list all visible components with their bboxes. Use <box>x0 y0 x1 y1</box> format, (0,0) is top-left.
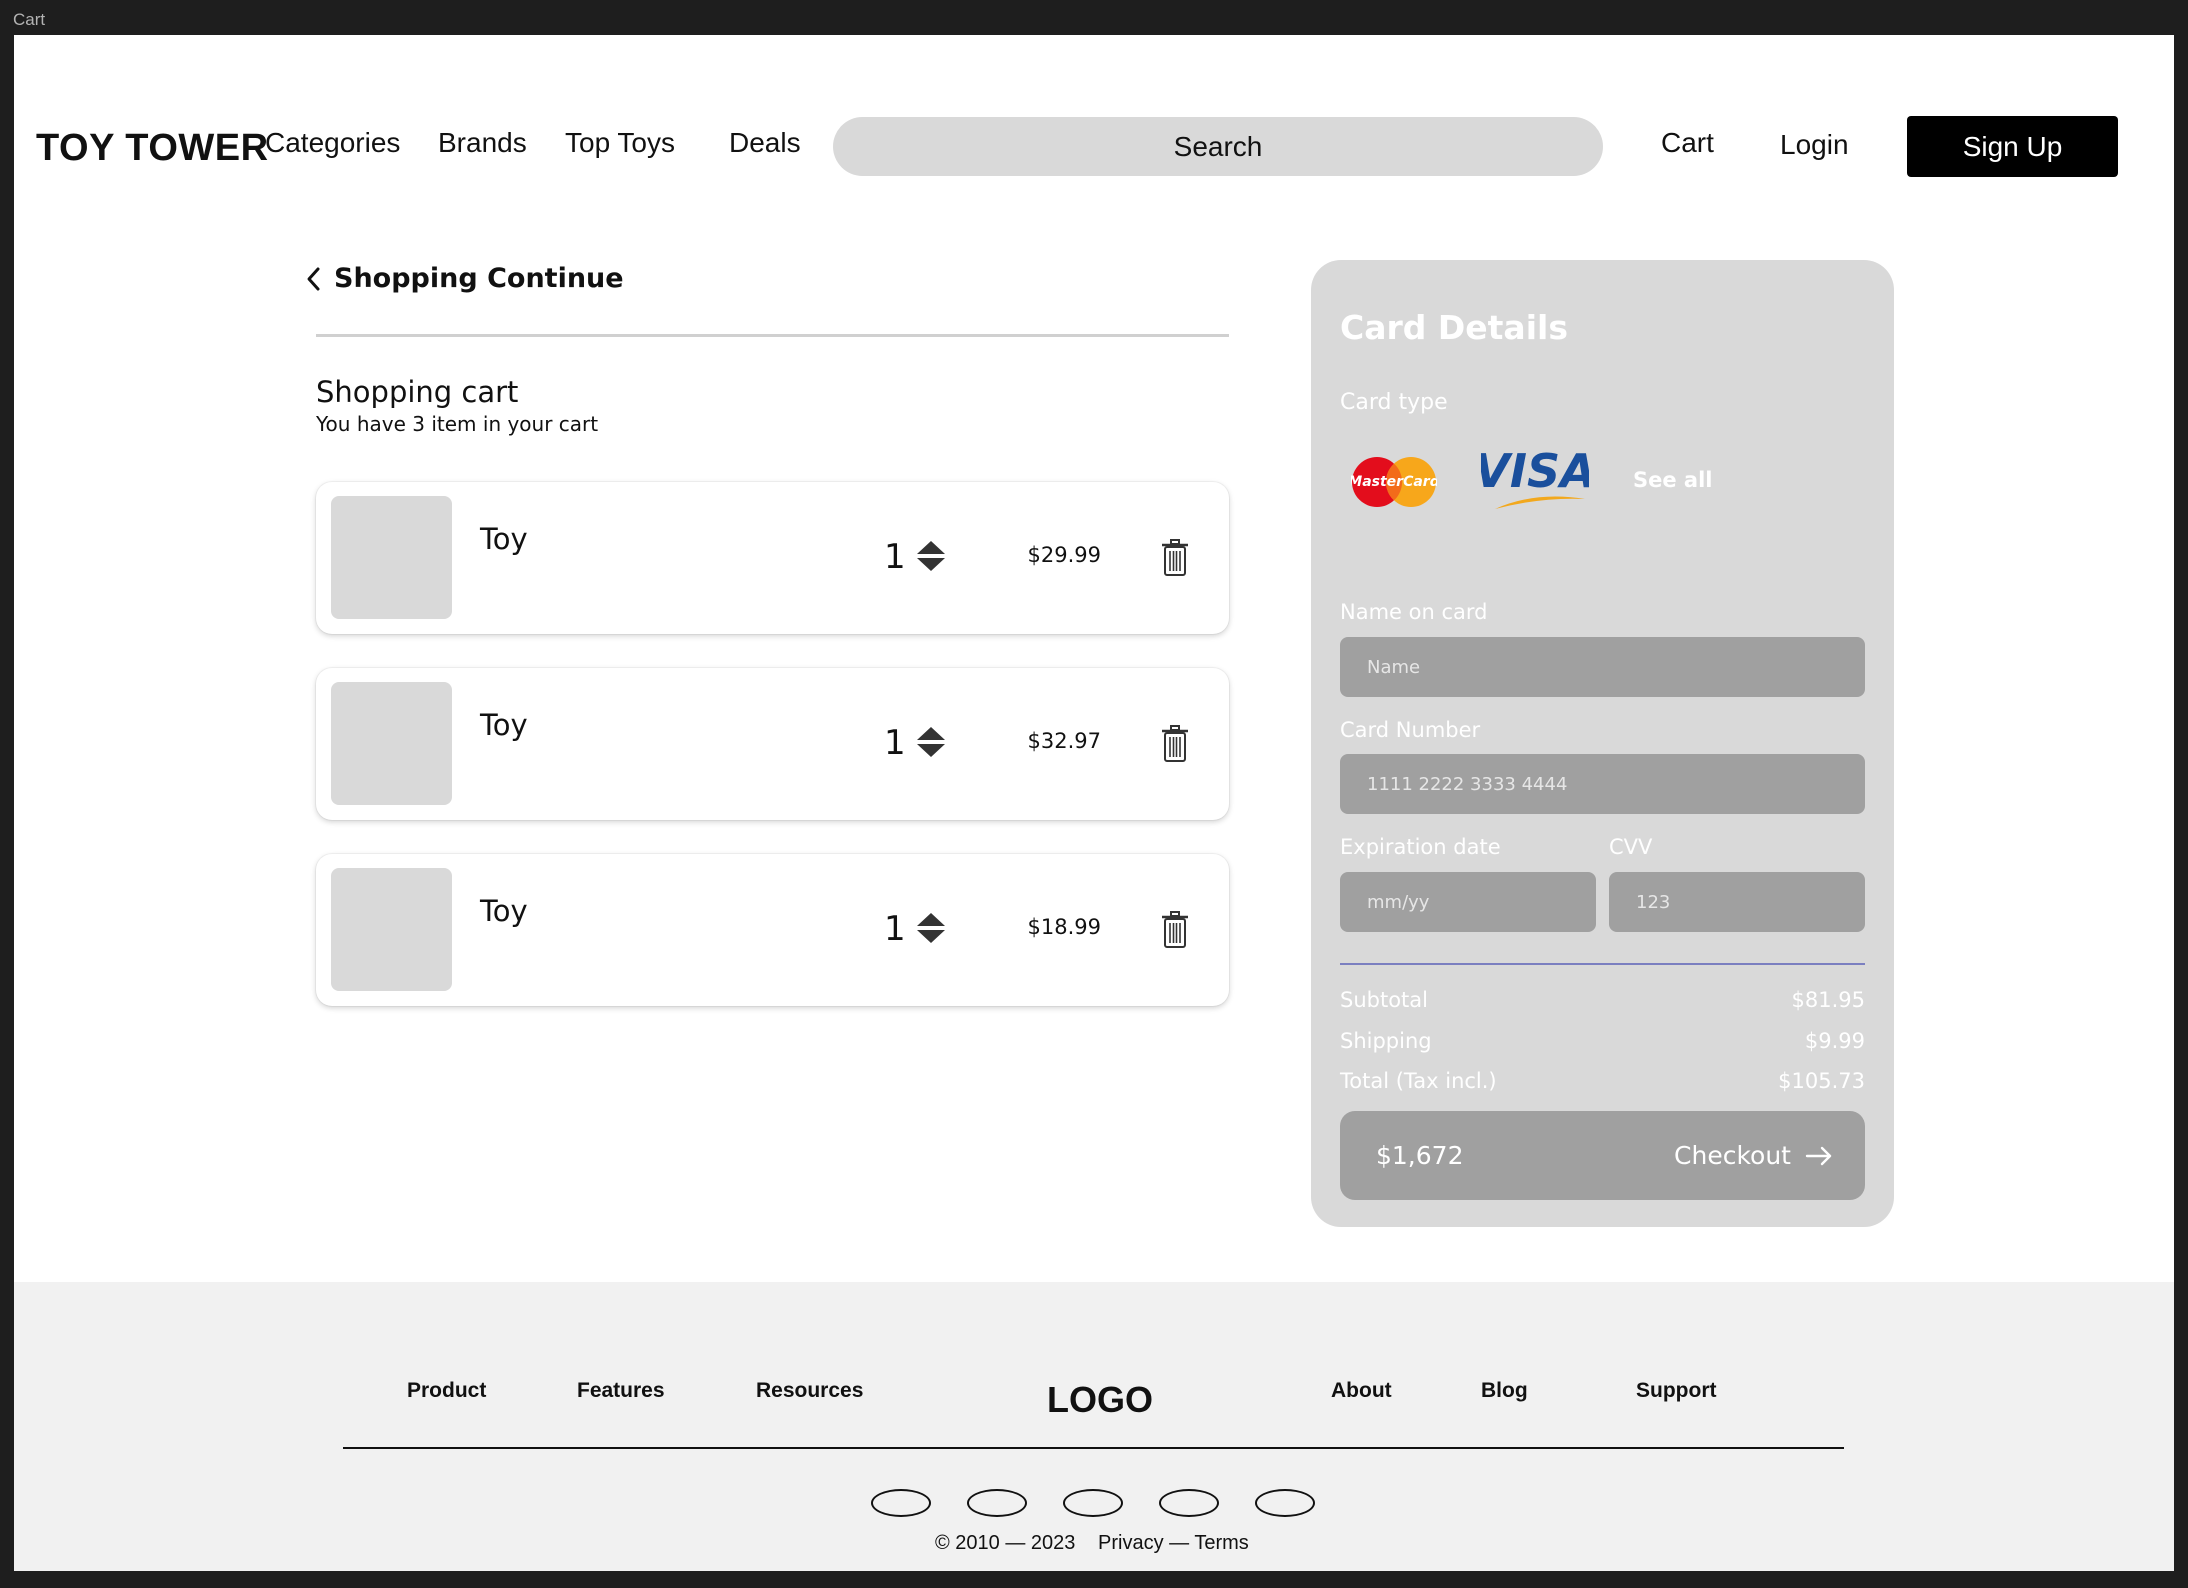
total-value: $105.73 <box>1778 1069 1865 1093</box>
mastercard-text: MasterCard <box>1351 474 1437 490</box>
shipping-value: $9.99 <box>1804 1029 1865 1053</box>
total-label: Total (Tax incl.) <box>1340 1069 1497 1093</box>
copyright-text: © 2010 — 2023 <box>935 1532 1076 1554</box>
social-icon[interactable] <box>1063 1489 1123 1517</box>
cvv-field[interactable]: 123 <box>1609 872 1865 932</box>
trash-icon[interactable] <box>1161 911 1189 949</box>
privacy-terms-link[interactable]: Privacy — Terms <box>1098 1532 1249 1555</box>
item-price: $29.99 <box>1027 543 1101 567</box>
cart-link[interactable]: Cart <box>1661 127 1714 159</box>
mastercard-logo[interactable]: MasterCard <box>1351 456 1437 508</box>
item-quantity: 1 <box>884 909 906 949</box>
checkout-amount: $1,672 <box>1376 1141 1464 1170</box>
card-number-label: Card Number <box>1340 718 1481 742</box>
item-quantity: 1 <box>884 723 906 763</box>
name-placeholder: Name <box>1367 656 1421 678</box>
trash-icon[interactable] <box>1161 539 1189 577</box>
subtotal-value: $81.95 <box>1791 988 1865 1012</box>
item-price: $32.97 <box>1027 729 1101 753</box>
trash-icon[interactable] <box>1161 725 1189 763</box>
subtotal-row: Subtotal $81.95 <box>1340 988 1865 1012</box>
item-name: Toy <box>480 894 528 928</box>
cart-item: Toy 1 $18.99 <box>316 854 1229 1006</box>
social-icon[interactable] <box>967 1489 1027 1517</box>
site-logo[interactable]: TOY TOWER <box>36 127 269 170</box>
footer-link-blog[interactable]: Blog <box>1481 1379 1528 1403</box>
quantity-stepper-icon[interactable] <box>916 912 946 944</box>
checkout-button[interactable]: $1,672 Checkout <box>1340 1111 1865 1200</box>
expiration-date-placeholder: mm/yy <box>1367 891 1430 913</box>
visa-logo[interactable]: VISA <box>1481 447 1589 517</box>
arrow-right-icon <box>1805 1146 1832 1165</box>
card-number-placeholder: 1111 2222 3333 4444 <box>1367 773 1568 795</box>
subtotal-label: Subtotal <box>1340 988 1428 1012</box>
item-image <box>331 496 452 619</box>
footer-link-resources[interactable]: Resources <box>756 1379 863 1403</box>
signup-button[interactable]: Sign Up <box>1907 116 2118 177</box>
nav-top-toys[interactable]: Top Toys <box>565 127 675 159</box>
cart-item: Toy 1 $32.97 <box>316 668 1229 820</box>
cart-item: Toy 1 $29.99 <box>316 482 1229 634</box>
search-label: Search <box>1173 130 1263 162</box>
total-row: Total (Tax incl.) $105.73 <box>1340 1069 1865 1093</box>
expiration-date-field[interactable]: mm/yy <box>1340 872 1596 932</box>
card-number-field[interactable]: 1111 2222 3333 4444 <box>1340 754 1865 814</box>
frame-label: Cart <box>13 10 46 29</box>
nav-brands[interactable]: Brands <box>438 127 527 159</box>
see-all-link[interactable]: See all <box>1633 468 1713 492</box>
search-input[interactable]: Search <box>833 117 1603 176</box>
footer-link-about[interactable]: About <box>1331 1379 1392 1403</box>
social-icon[interactable] <box>871 1489 931 1517</box>
checkout-cta: Checkout <box>1674 1141 1833 1170</box>
item-image <box>331 682 452 805</box>
chevron-left-icon <box>307 267 320 290</box>
quantity-stepper-icon[interactable] <box>916 726 946 758</box>
cvv-placeholder: 123 <box>1636 891 1671 913</box>
footer-logo[interactable]: LOGO <box>1047 1379 1153 1421</box>
item-image <box>331 868 452 991</box>
nav-categories[interactable]: Categories <box>265 127 400 159</box>
item-price: $18.99 <box>1027 915 1101 939</box>
checkout-label: Checkout <box>1674 1141 1791 1170</box>
item-name: Toy <box>480 522 528 556</box>
name-on-card-label: Name on card <box>1340 600 1488 624</box>
expiration-date-label: Expiration date <box>1340 835 1501 859</box>
login-link[interactable]: Login <box>1780 129 1849 161</box>
divider <box>316 334 1229 337</box>
shipping-label: Shipping <box>1340 1029 1432 1053</box>
shipping-row: Shipping $9.99 <box>1340 1029 1865 1053</box>
summary-separator <box>1340 963 1865 965</box>
shopping-continue-label: Shopping Continue <box>334 263 624 294</box>
quantity-stepper-icon[interactable] <box>916 540 946 572</box>
shopping-continue-link[interactable]: Shopping Continue <box>306 263 624 294</box>
footer-link-features[interactable]: Features <box>577 1379 665 1403</box>
footer-divider <box>343 1447 1844 1449</box>
footer-link-support[interactable]: Support <box>1636 1379 1716 1403</box>
cvv-label: CVV <box>1609 835 1653 859</box>
name-on-card-field[interactable]: Name <box>1340 637 1865 697</box>
footer: Product Features Resources LOGO About Bl… <box>14 1282 2174 1571</box>
cart-title: Shopping cart <box>316 375 519 409</box>
card-details-title: Card Details <box>1340 308 1568 347</box>
item-quantity: 1 <box>884 537 906 577</box>
nav-deals[interactable]: Deals <box>729 127 801 159</box>
social-icon[interactable] <box>1255 1489 1315 1517</box>
card-details-panel: Card Details Card type MasterCard VISA S… <box>1311 260 1894 1227</box>
footer-link-product[interactable]: Product <box>407 1379 486 1403</box>
social-icon[interactable] <box>1159 1489 1219 1517</box>
cart-subtitle: You have 3 item in your cart <box>316 412 599 436</box>
cart-page: TOY TOWER Categories Brands Top Toys Dea… <box>14 35 2174 1571</box>
item-name: Toy <box>480 708 528 742</box>
visa-text: VISA <box>1481 447 1589 498</box>
card-type-label: Card type <box>1340 390 1448 415</box>
